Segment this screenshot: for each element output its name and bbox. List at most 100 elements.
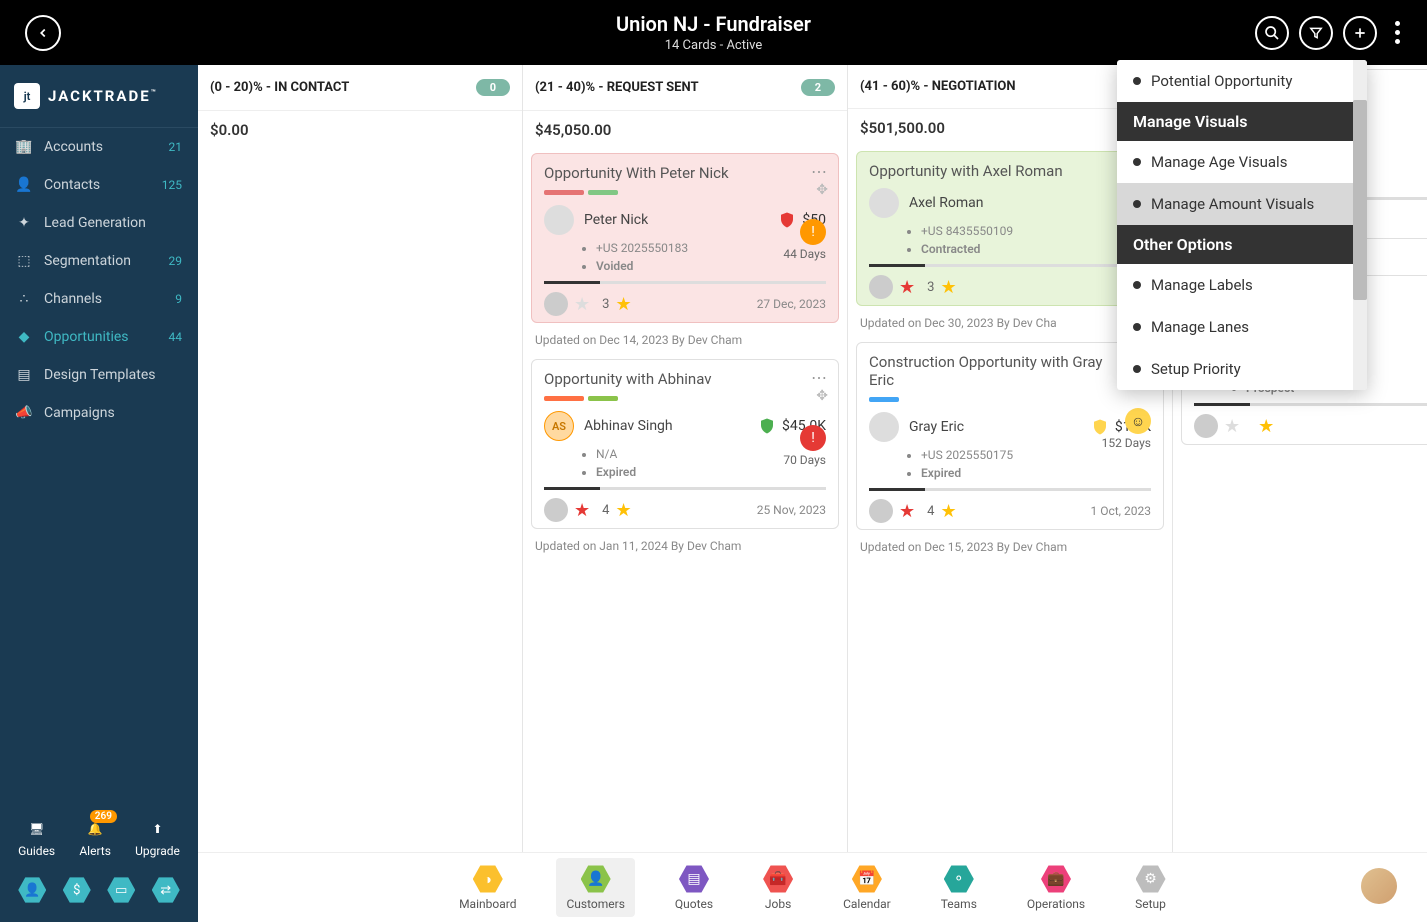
bottom-nav-customers[interactable]: 👤 Customers	[556, 858, 634, 917]
priority-star-icon[interactable]: ★	[574, 500, 590, 521]
card-label-bars	[869, 397, 1151, 402]
sidebar-item-contacts[interactable]: 👤 Contacts 125	[0, 166, 198, 204]
add-button[interactable]	[1343, 16, 1377, 50]
dropdown-item-manage-age-visuals[interactable]: Manage Age Visuals	[1117, 141, 1367, 183]
brand-logo-icon: jt	[14, 83, 40, 109]
more-menu-dropdown: Potential OpportunityManage VisualsManag…	[1117, 60, 1367, 390]
hex-person-icon[interactable]: 👤	[18, 876, 46, 904]
card-move-icon[interactable]: ✥	[816, 388, 828, 404]
bottom-nav-jobs[interactable]: 🧰 Jobs	[753, 858, 803, 917]
card-details: +US 8435550109Contracted	[909, 224, 1151, 256]
priority-star-icon[interactable]: ★	[574, 294, 590, 315]
dropdown-section-header: Manage Visuals	[1117, 102, 1367, 141]
nav-icon: ◆	[16, 329, 32, 345]
back-button[interactable]	[25, 15, 61, 51]
rating-value: 4	[927, 504, 934, 519]
bottom-nav-mainboard[interactable]: ◑ Mainboard	[449, 858, 526, 917]
search-button[interactable]	[1255, 16, 1289, 50]
dropdown-item-setup-priority[interactable]: Setup Priority	[1117, 348, 1367, 390]
bottom-nav-operations[interactable]: 💼 Operations	[1017, 858, 1095, 917]
card-age-indicator: ! 70 Days	[783, 425, 826, 467]
alerts-badge: 269	[90, 810, 117, 823]
dropdown-item-manage-amount-visuals[interactable]: Manage Amount Visuals	[1117, 183, 1367, 225]
contact-name: Peter Nick	[584, 212, 768, 228]
opportunity-card[interactable]: ⋯ ✥ Opportunity With Peter Nick Peter Ni…	[531, 153, 839, 323]
nav-icon: ▤	[16, 367, 32, 383]
nav-count: 44	[169, 330, 183, 344]
card-contact-row: Axel Roman	[869, 188, 1151, 218]
sidebar-item-channels[interactable]: ∴ Channels 9	[0, 280, 198, 318]
hex-swap-icon[interactable]: ⇄	[152, 876, 180, 904]
card-menu-icon[interactable]: ⋯	[811, 368, 828, 387]
priority-star-icon[interactable]: ★	[899, 501, 915, 522]
quotes-icon: ▤	[679, 864, 709, 894]
hex-card-icon[interactable]: ▭	[107, 876, 135, 904]
more-menu-button[interactable]	[1387, 13, 1407, 52]
brand-name: JACKTRADE™	[48, 87, 158, 105]
contact-name: Axel Roman	[909, 195, 1117, 211]
nav-count: 21	[169, 140, 183, 154]
dropdown-item-potential-opportunity[interactable]: Potential Opportunity	[1117, 60, 1367, 102]
sidebar-item-design-templates[interactable]: ▤ Design Templates	[0, 356, 198, 394]
sidebar-item-lead-generation[interactable]: ✦ Lead Generation	[0, 204, 198, 242]
bullet-icon	[1133, 365, 1141, 373]
rating-star-icon: ★	[940, 501, 956, 522]
nav-label: Lead Generation	[44, 215, 170, 231]
dropdown-scrollbar[interactable]	[1353, 60, 1367, 390]
contact-name: Abhinav Singh	[584, 418, 748, 434]
dropdown-item-manage-lanes[interactable]: Manage Lanes	[1117, 306, 1367, 348]
bottom-nav-label: Customers	[566, 897, 624, 911]
contact-name: Gray Eric	[909, 419, 1081, 435]
dropdown-item-manage-labels[interactable]: Manage Labels	[1117, 264, 1367, 306]
upgrade-button[interactable]: ⬆ Upgrade	[135, 818, 180, 858]
card-date: 1 Oct, 2023	[1091, 504, 1152, 518]
lane-count-pill: 0	[476, 79, 510, 96]
bottom-nav-label: Jobs	[765, 897, 791, 911]
bottom-nav-calendar[interactable]: 📅 Calendar	[833, 858, 901, 917]
jobs-icon: 🧰	[763, 864, 793, 894]
sidebar-item-accounts[interactable]: 🏢 Accounts 21	[0, 128, 198, 166]
bottom-nav-teams[interactable]: ⚬ Teams	[931, 858, 987, 917]
hex-dollar-icon[interactable]: $	[63, 876, 91, 904]
lane-title: (0 - 20)% - IN CONTACT	[210, 80, 349, 95]
card-title: Opportunity with Abhinav	[544, 370, 826, 388]
priority-star-icon[interactable]: ★	[899, 277, 915, 298]
bottom-nav-label: Operations	[1027, 897, 1085, 911]
operations-icon: 💼	[1041, 864, 1071, 894]
profile-avatar[interactable]	[1361, 868, 1397, 904]
priority-star-icon[interactable]: ★	[1224, 416, 1240, 437]
lane-body	[198, 149, 522, 852]
bullet-icon	[1133, 200, 1141, 208]
contact-avatar	[869, 412, 899, 442]
bottom-nav-label: Mainboard	[459, 897, 516, 911]
opportunity-card[interactable]: ⋯ ✥ Opportunity with Abhinav AS Abhinav …	[531, 359, 839, 529]
card-progress-bar	[869, 264, 1151, 267]
alerts-button[interactable]: 269 🔔 Alerts	[79, 818, 111, 858]
sidebar-item-opportunities[interactable]: ◆ Opportunities 44	[0, 318, 198, 356]
lane-header: (21 - 40)% - REQUEST SENT 2	[523, 65, 847, 111]
bottom-nav-setup[interactable]: ⚙ Setup	[1125, 858, 1176, 917]
days-text: 152 Days	[1102, 436, 1151, 450]
card-title: Construction Opportunity with Gray Eric	[869, 353, 1151, 389]
lane-total: $0.00	[198, 111, 522, 149]
nav-icon: ⬚	[16, 253, 32, 269]
card-info-line: Expired	[921, 466, 1151, 480]
nav-label: Segmentation	[44, 253, 157, 269]
owner-avatar	[1194, 414, 1218, 438]
filter-button[interactable]	[1299, 16, 1333, 50]
dropdown-item-label: Setup Priority	[1151, 360, 1241, 378]
card-info-line: Voided	[596, 259, 826, 273]
card-move-icon[interactable]: ✥	[816, 182, 828, 198]
bullet-icon	[1133, 323, 1141, 331]
bottom-nav-quotes[interactable]: ▤ Quotes	[665, 858, 723, 917]
guides-button[interactable]: 🖥 Guides	[18, 818, 55, 858]
bottom-nav-label: Quotes	[675, 897, 713, 911]
owner-avatar	[544, 292, 568, 316]
teams-icon: ⚬	[944, 864, 974, 894]
dropdown-item-label: Manage Amount Visuals	[1151, 195, 1314, 213]
sidebar-item-segmentation[interactable]: ⬚ Segmentation 29	[0, 242, 198, 280]
card-menu-icon[interactable]: ⋯	[811, 162, 828, 181]
setup-icon: ⚙	[1136, 864, 1166, 894]
sidebar-item-campaigns[interactable]: 📣 Campaigns	[0, 394, 198, 432]
rating-value: 3	[602, 297, 609, 312]
